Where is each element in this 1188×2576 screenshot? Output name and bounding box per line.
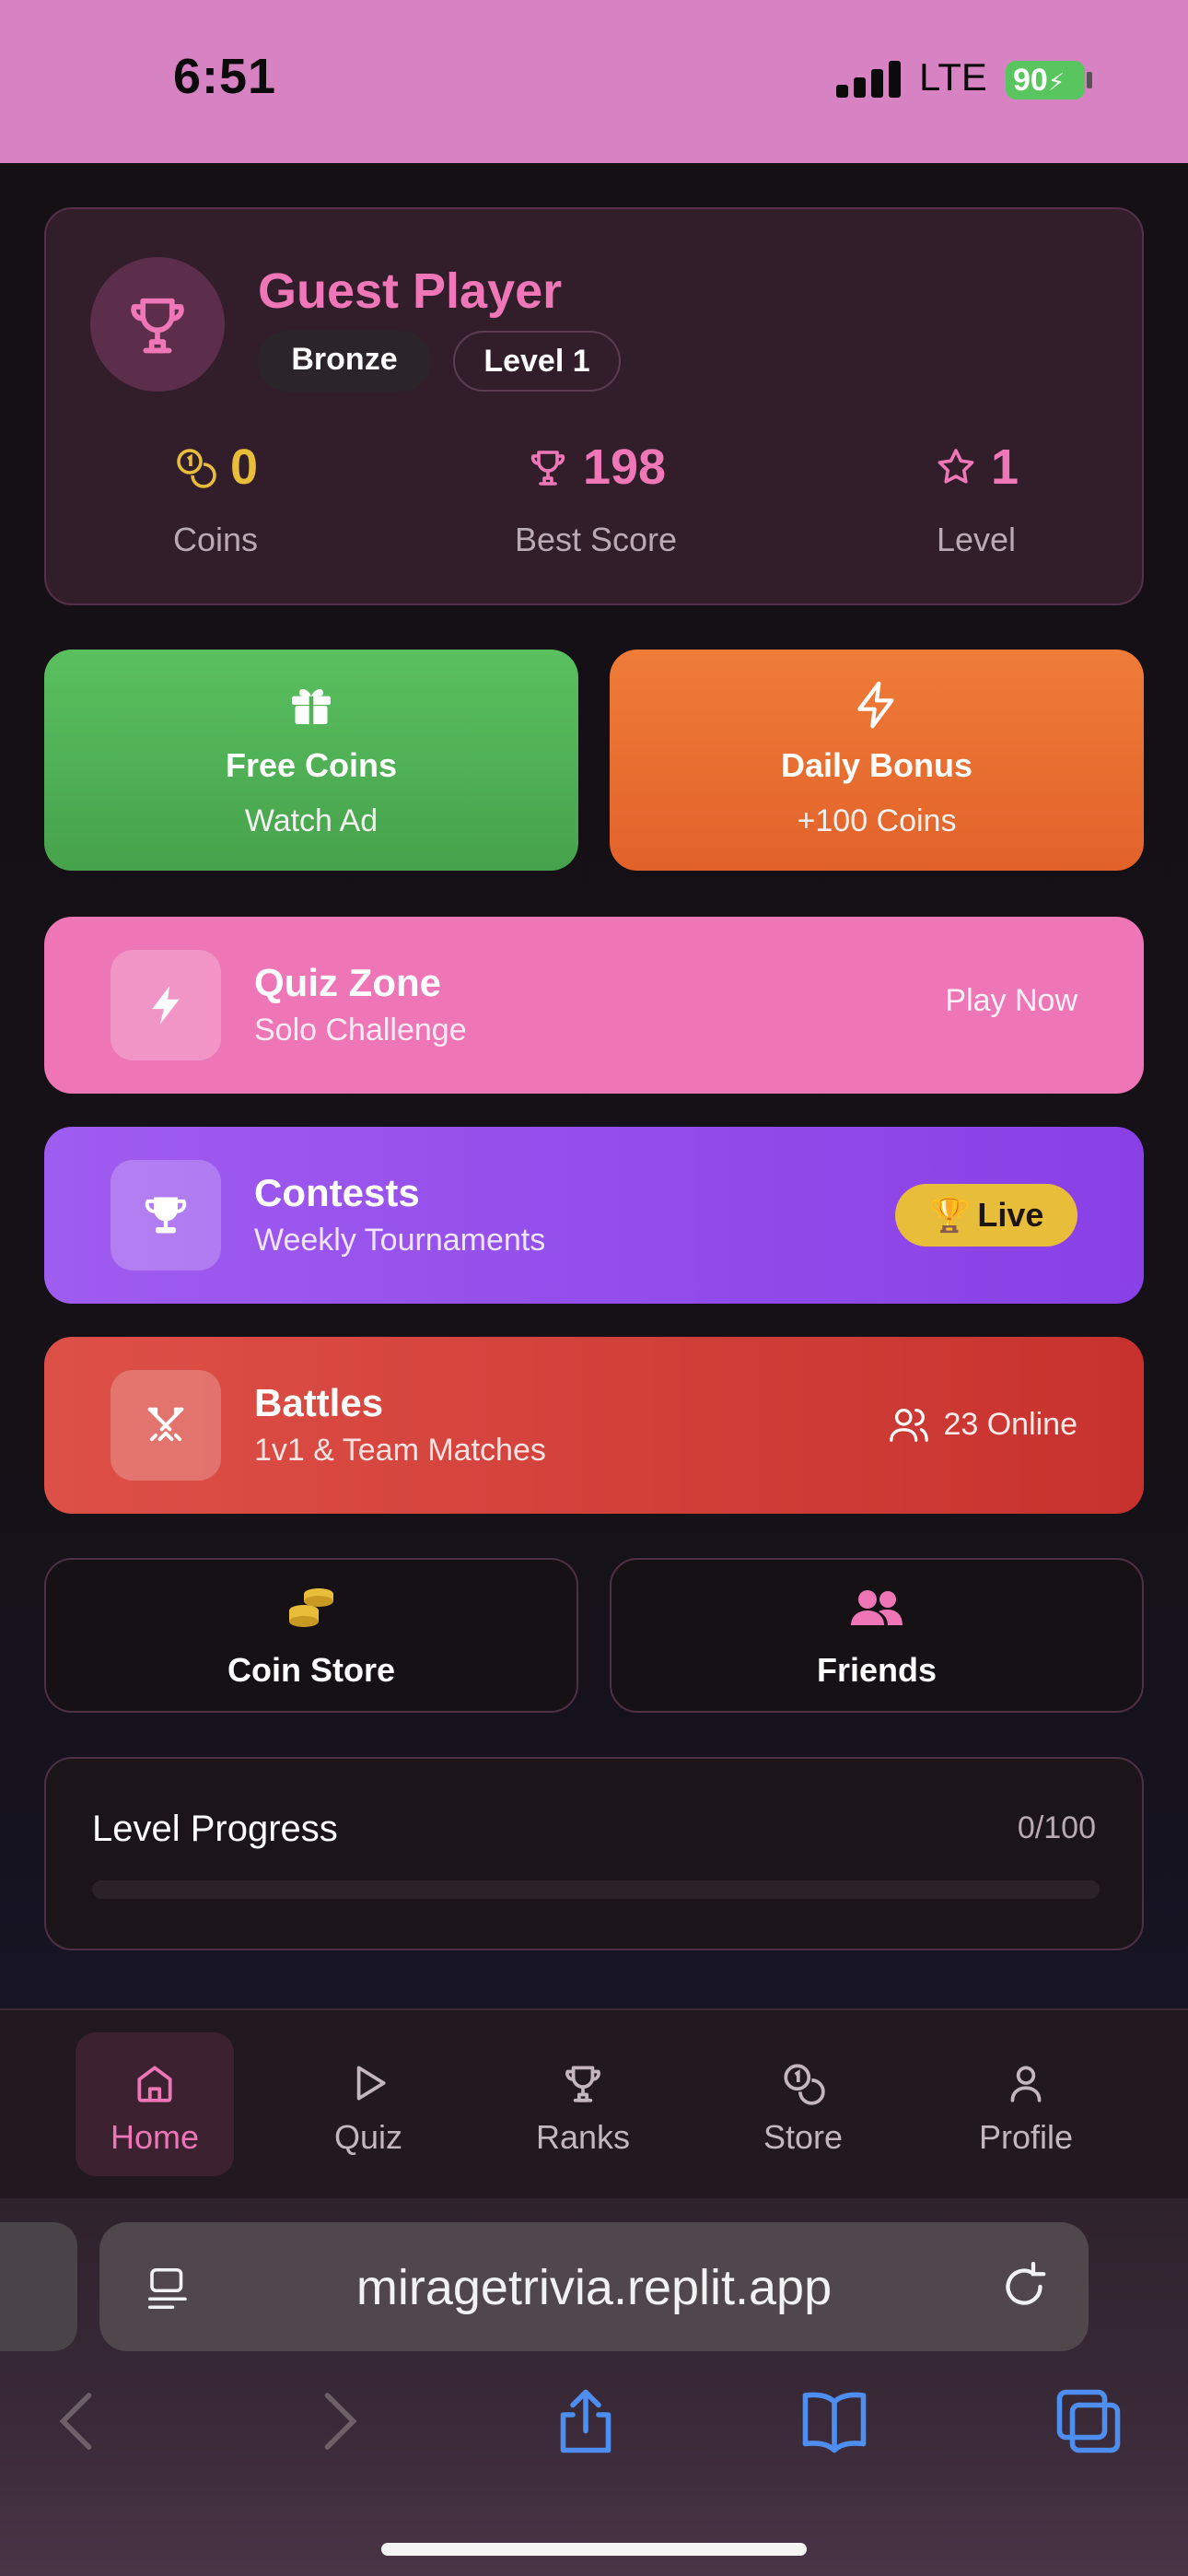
tab-profile[interactable]: Profile [947, 2032, 1105, 2176]
swords-icon [147, 1407, 184, 1442]
online-count-label: 23 Online [943, 1406, 1077, 1442]
tabs-icon[interactable] [1050, 2383, 1127, 2460]
coin-store-button[interactable]: Coin Store [44, 1558, 578, 1713]
quiz-zone-title: Quiz Zone [254, 961, 441, 1004]
coins-icon [177, 449, 216, 488]
reload-icon[interactable] [996, 2259, 1052, 2314]
quiz-zone-subtitle: Solo Challenge [254, 1013, 467, 1048]
daily-bonus-subtitle: +100 Coins [797, 803, 957, 838]
status-time: 6:51 [173, 49, 277, 104]
battles-card[interactable]: Battles 1v1 & Team Matches 23 Online [44, 1337, 1144, 1514]
stat-best-score: 198 Best Score [448, 430, 743, 559]
contests-icon-box [111, 1160, 221, 1270]
status-bar: 6:51 LTE 90⚡ [0, 0, 1188, 163]
signal-icon [836, 61, 901, 98]
share-icon[interactable] [547, 2383, 624, 2460]
friends-button[interactable]: Friends [610, 1558, 1144, 1713]
coins-icon [784, 2064, 825, 2105]
best-score-label: Best Score [514, 521, 678, 558]
gift-icon [292, 689, 331, 724]
battles-subtitle: 1v1 & Team Matches [254, 1433, 546, 1468]
free-coins-subtitle: Watch Ad [244, 803, 379, 838]
play-icon [356, 2066, 386, 2101]
trophy-icon [131, 298, 184, 354]
avatar [90, 257, 225, 392]
play-now-label: Play Now [945, 983, 1077, 1018]
level-progress-card: Level Progress 0/100 [44, 1757, 1144, 1950]
forward-icon[interactable] [298, 2383, 376, 2460]
home-icon [137, 2066, 172, 2102]
friends-label: Friends [816, 1651, 938, 1689]
bolt-icon [152, 986, 180, 1025]
tab-ranks[interactable]: Ranks [504, 2032, 662, 2176]
best-score-value: 198 [582, 439, 667, 495]
free-coins-button[interactable]: Free Coins Watch Ad [44, 650, 578, 871]
battery-nub [1087, 72, 1092, 88]
contests-card[interactable]: Contests Weekly Tournaments 🏆 Live [44, 1127, 1144, 1304]
star-icon [938, 449, 974, 484]
friends-icon [851, 1590, 903, 1625]
trophy-icon [530, 451, 565, 486]
coin-stack-icon [289, 1588, 333, 1627]
bookmarks-icon[interactable] [796, 2383, 873, 2460]
contests-subtitle: Weekly Tournaments [254, 1223, 546, 1258]
previous-tab-preview[interactable] [0, 2222, 77, 2351]
tab-home-label: Home [110, 2118, 200, 2156]
level-value: 1 [990, 439, 1019, 495]
battery-icon: 90⚡ [1006, 61, 1085, 100]
back-icon[interactable] [41, 2383, 118, 2460]
level-badge: Level 1 [453, 331, 621, 392]
contests-title: Contests [254, 1171, 420, 1214]
quiz-zone-card[interactable]: Quiz Zone Solo Challenge Play Now [44, 917, 1144, 1094]
battery-level: 90 [1013, 63, 1048, 98]
tab-profile-label: Profile [978, 2118, 1074, 2156]
battles-icon-box [111, 1370, 221, 1481]
online-count: 23 Online [888, 1403, 1077, 1446]
browser-toolbar: miragetrivia.replit.app [0, 2198, 1188, 2576]
coin-store-label: Coin Store [227, 1651, 395, 1689]
tab-quiz-label: Quiz [333, 2118, 403, 2156]
level-progress-count: 0/100 [1017, 1810, 1096, 1845]
level-progress-bar [92, 1880, 1100, 1899]
users-icon [890, 1409, 929, 1442]
network-label: LTE [919, 55, 987, 99]
address-bar[interactable]: miragetrivia.replit.app [99, 2222, 1089, 2351]
player-name: Guest Player [258, 263, 563, 319]
quiz-zone-icon-box [111, 950, 221, 1060]
tab-home[interactable]: Home [76, 2032, 234, 2176]
url-text[interactable]: miragetrivia.replit.app [99, 2259, 1089, 2316]
tab-store-label: Store [763, 2118, 844, 2156]
coins-value: 0 [229, 439, 259, 495]
free-coins-title: Free Coins [225, 746, 398, 784]
level-progress-title: Level Progress [92, 1809, 338, 1849]
battles-title: Battles [254, 1381, 384, 1424]
user-icon [1010, 2066, 1042, 2102]
home-indicator [381, 2543, 807, 2556]
tab-ranks-label: Ranks [535, 2118, 631, 2156]
trophy-icon [565, 2066, 600, 2102]
level-label: Level [936, 521, 1017, 558]
tab-store[interactable]: Store [724, 2032, 882, 2176]
rank-badge: Bronze [258, 331, 431, 392]
main-content: Guest Player Bronze Level 1 0 Coins 198 … [0, 163, 1188, 2173]
daily-bonus-button[interactable]: Daily Bonus +100 Coins [610, 650, 1144, 871]
coins-label: Coins [172, 521, 259, 558]
lightning-icon [857, 681, 894, 729]
profile-card[interactable]: Guest Player Bronze Level 1 0 Coins 198 … [44, 207, 1144, 605]
trophy-icon [145, 1197, 187, 1234]
tab-bar: Home Quiz Ranks Store Profile [0, 2008, 1188, 2198]
trophy-emoji-icon: 🏆 [928, 1196, 971, 1234]
live-badge: 🏆 Live [895, 1184, 1077, 1247]
live-label: Live [977, 1196, 1044, 1234]
daily-bonus-title: Daily Bonus [780, 746, 973, 784]
tab-quiz[interactable]: Quiz [289, 2032, 448, 2176]
stat-level: 1 Level [829, 430, 1124, 559]
stat-coins: 0 Coins [68, 430, 363, 559]
